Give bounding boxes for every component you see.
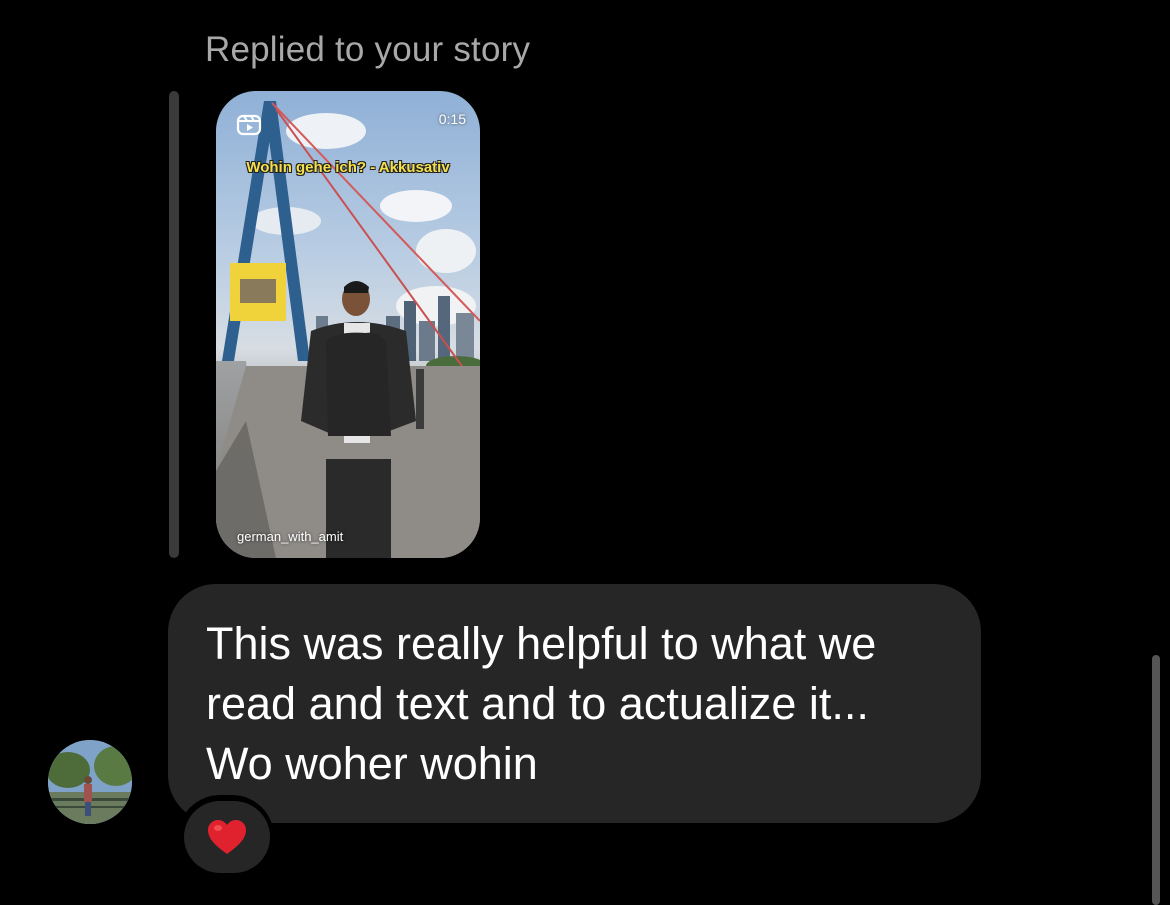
story-caption: Wohin gehe ich? - Akkusativ	[246, 159, 450, 176]
story-duration: 0:15	[438, 111, 466, 127]
message-reaction[interactable]	[178, 795, 274, 879]
reaction-pill[interactable]	[184, 801, 270, 873]
heart-icon	[208, 820, 246, 854]
reply-bar	[169, 91, 179, 558]
sender-avatar[interactable]	[48, 740, 132, 824]
reel-icon	[236, 114, 262, 136]
reply-label: Replied to your story	[205, 30, 531, 69]
message-bubble[interactable]: This was really helpful to what we read …	[168, 584, 981, 823]
story-username: german_with_amit	[237, 529, 344, 544]
message-text: This was really helpful to what we read …	[206, 618, 877, 789]
scrollbar[interactable]	[1152, 655, 1160, 905]
avatar-photo	[48, 740, 132, 824]
story-preview-card[interactable]: 0:15 Wohin gehe ich? - Akkusativ german_…	[216, 91, 480, 558]
